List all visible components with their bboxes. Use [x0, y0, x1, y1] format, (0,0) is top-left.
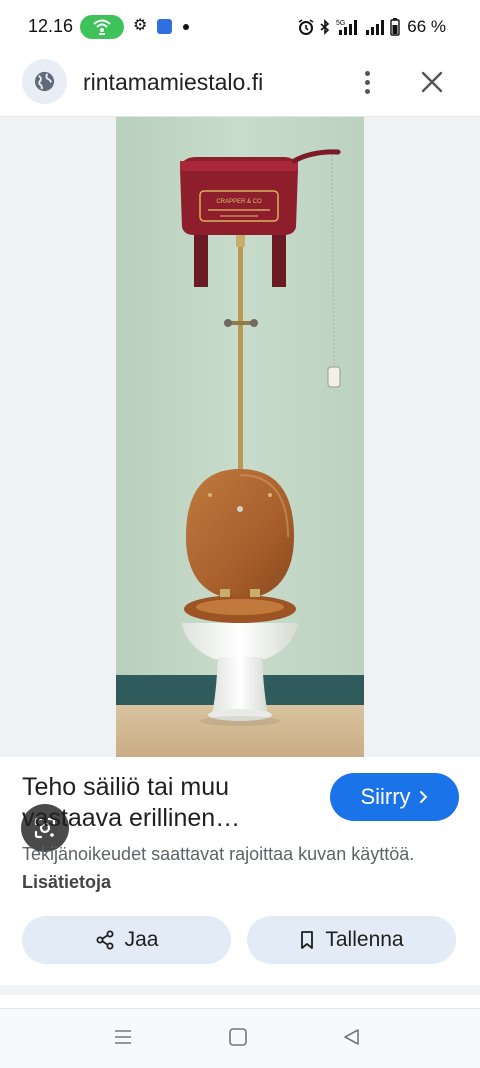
bookmark-icon: [301, 931, 314, 949]
signal-icon: 5G: [336, 20, 358, 35]
battery-percent: 66 %: [407, 17, 446, 36]
share-label: Jaa: [124, 928, 159, 951]
chevron-right-icon: [419, 791, 427, 803]
status-bar: 12.16 ⚙ 5G 66 %: [0, 0, 480, 50]
image-preview-area: CRAPPER & CO: [0, 117, 480, 852]
site-info-button[interactable]: [22, 59, 67, 104]
close-icon[interactable]: [418, 68, 446, 96]
section-divider: [0, 985, 480, 995]
bluetooth-icon: [320, 18, 330, 35]
title-line-2: vastaava erillinen…: [22, 804, 241, 832]
copyright-notice: Tekijänoikeudet saattavat rajoittaa kuva…: [22, 840, 452, 896]
back-icon[interactable]: [342, 1027, 362, 1047]
save-button[interactable]: Tallenna: [247, 916, 456, 964]
toilet-photo[interactable]: CRAPPER & CO: [116, 117, 364, 757]
more-notifications-dot: [183, 24, 189, 30]
more-vert-icon[interactable]: [356, 67, 380, 99]
visit-site-button[interactable]: Siirry: [330, 773, 459, 821]
image-title: Teho säiliö tai muu vastaava erillinen…: [22, 772, 312, 834]
app-notification-icon: [157, 19, 172, 34]
learn-more-link[interactable]: Lisätietoja: [22, 872, 111, 892]
page-url[interactable]: rintamamiestalo.fi: [83, 69, 263, 96]
clock: 12.16: [28, 16, 74, 36]
url-bar: rintamamiestalo.fi: [0, 50, 480, 117]
battery-icon: [390, 18, 400, 36]
svg-text:5G: 5G: [336, 20, 345, 27]
tank-plate-text: CRAPPER & CO: [216, 199, 262, 205]
visit-site-label: Siirry: [360, 784, 411, 809]
system-nav-bar: [0, 1008, 480, 1068]
hotspot-icon: [80, 15, 124, 39]
alarm-icon: [298, 19, 314, 35]
status-icons: 5G 66 %: [298, 14, 446, 40]
gear-icon: ⚙: [133, 17, 148, 34]
home-icon[interactable]: [228, 1027, 248, 1047]
copyright-text: Tekijänoikeudet saattavat rajoittaa kuva…: [22, 844, 415, 864]
share-icon: [96, 930, 114, 950]
recents-icon[interactable]: [113, 1027, 133, 1047]
share-button[interactable]: Jaa: [22, 916, 231, 964]
signal-icon-2: [366, 20, 385, 35]
title-line-1: Teho säiliö tai muu: [22, 773, 230, 801]
globe-icon: [34, 71, 55, 92]
save-label: Tallenna: [325, 928, 404, 951]
